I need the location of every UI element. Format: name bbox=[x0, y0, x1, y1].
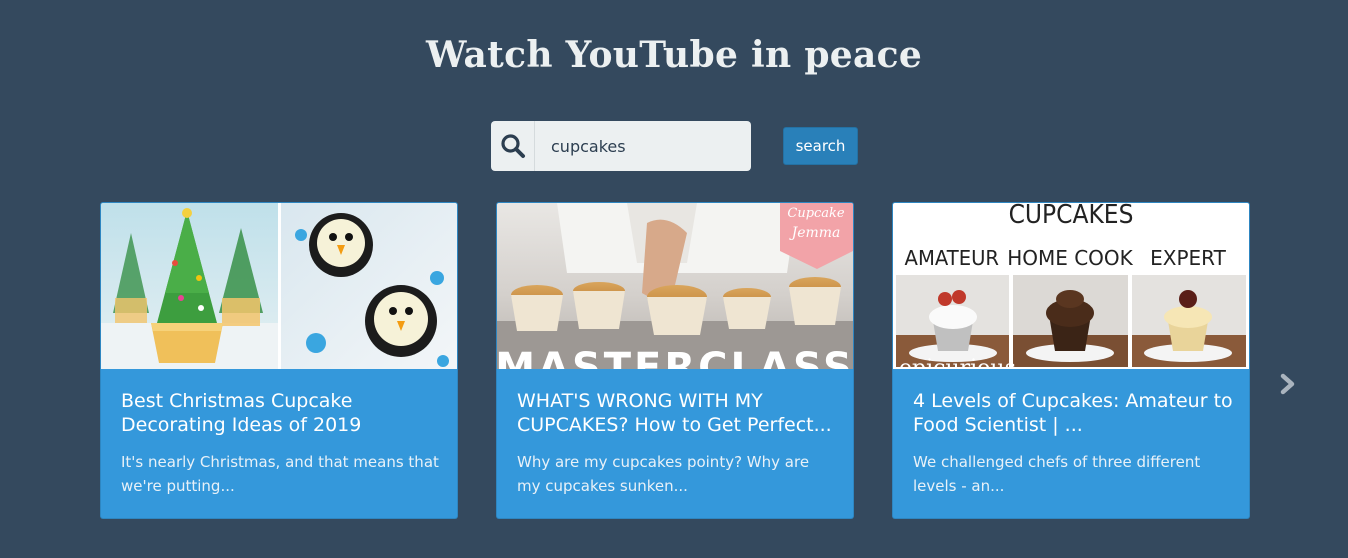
channel-logo-line1: Cupcake bbox=[787, 206, 845, 221]
video-thumbnail-2[interactable]: Cupcake Jemma MASTERCLASS bbox=[497, 203, 853, 369]
search-input[interactable] bbox=[535, 121, 751, 171]
thumbnail-heading: CUPCAKES bbox=[1009, 203, 1134, 230]
video-title-2[interactable]: WHAT'S WRONG WITH MY CUPCAKES? How to Ge… bbox=[517, 389, 837, 437]
thumbnail-col-home-cook: HOME COOK bbox=[1007, 246, 1133, 270]
page-title: Watch YouTube in peace bbox=[425, 34, 923, 76]
thumbnail-col-amateur: AMATEUR bbox=[905, 247, 1000, 270]
video-description-1: It's nearly Christmas, and that means th… bbox=[121, 453, 439, 495]
search-button[interactable]: search bbox=[783, 127, 858, 165]
channel-logo-line2: Jemma bbox=[789, 225, 841, 241]
video-description-3: We challenged chefs of three different l… bbox=[913, 453, 1201, 495]
video-card-2[interactable]: Cupcake Jemma MASTERCLASS WHAT'S WRONG W… bbox=[497, 203, 853, 518]
search-icon[interactable] bbox=[491, 121, 535, 171]
chevron-right-icon[interactable] bbox=[1276, 370, 1300, 398]
video-title-1[interactable]: Best Christmas Cupcake Decorating Ideas … bbox=[121, 389, 441, 437]
video-description-2: Why are my cupcakes pointy? Why are my c… bbox=[517, 453, 810, 495]
thumbnail-col-expert: EXPERT bbox=[1150, 246, 1226, 270]
video-thumbnail-1[interactable] bbox=[101, 203, 457, 369]
video-title-3[interactable]: 4 Levels of Cupcakes: Amateur to Food Sc… bbox=[913, 389, 1233, 437]
thumbnail-brand: epicurious bbox=[899, 356, 1016, 369]
thumbnail-banner-text: MASTERCLASS bbox=[497, 345, 853, 369]
search-box bbox=[491, 121, 751, 171]
video-thumbnail-3[interactable]: CUPCAKES AMATEUR HOME COOK EXPERT epicur… bbox=[893, 203, 1249, 369]
video-card-3[interactable]: CUPCAKES AMATEUR HOME COOK EXPERT epicur… bbox=[893, 203, 1249, 518]
video-card-1[interactable]: Best Christmas Cupcake Decorating Ideas … bbox=[101, 203, 457, 518]
